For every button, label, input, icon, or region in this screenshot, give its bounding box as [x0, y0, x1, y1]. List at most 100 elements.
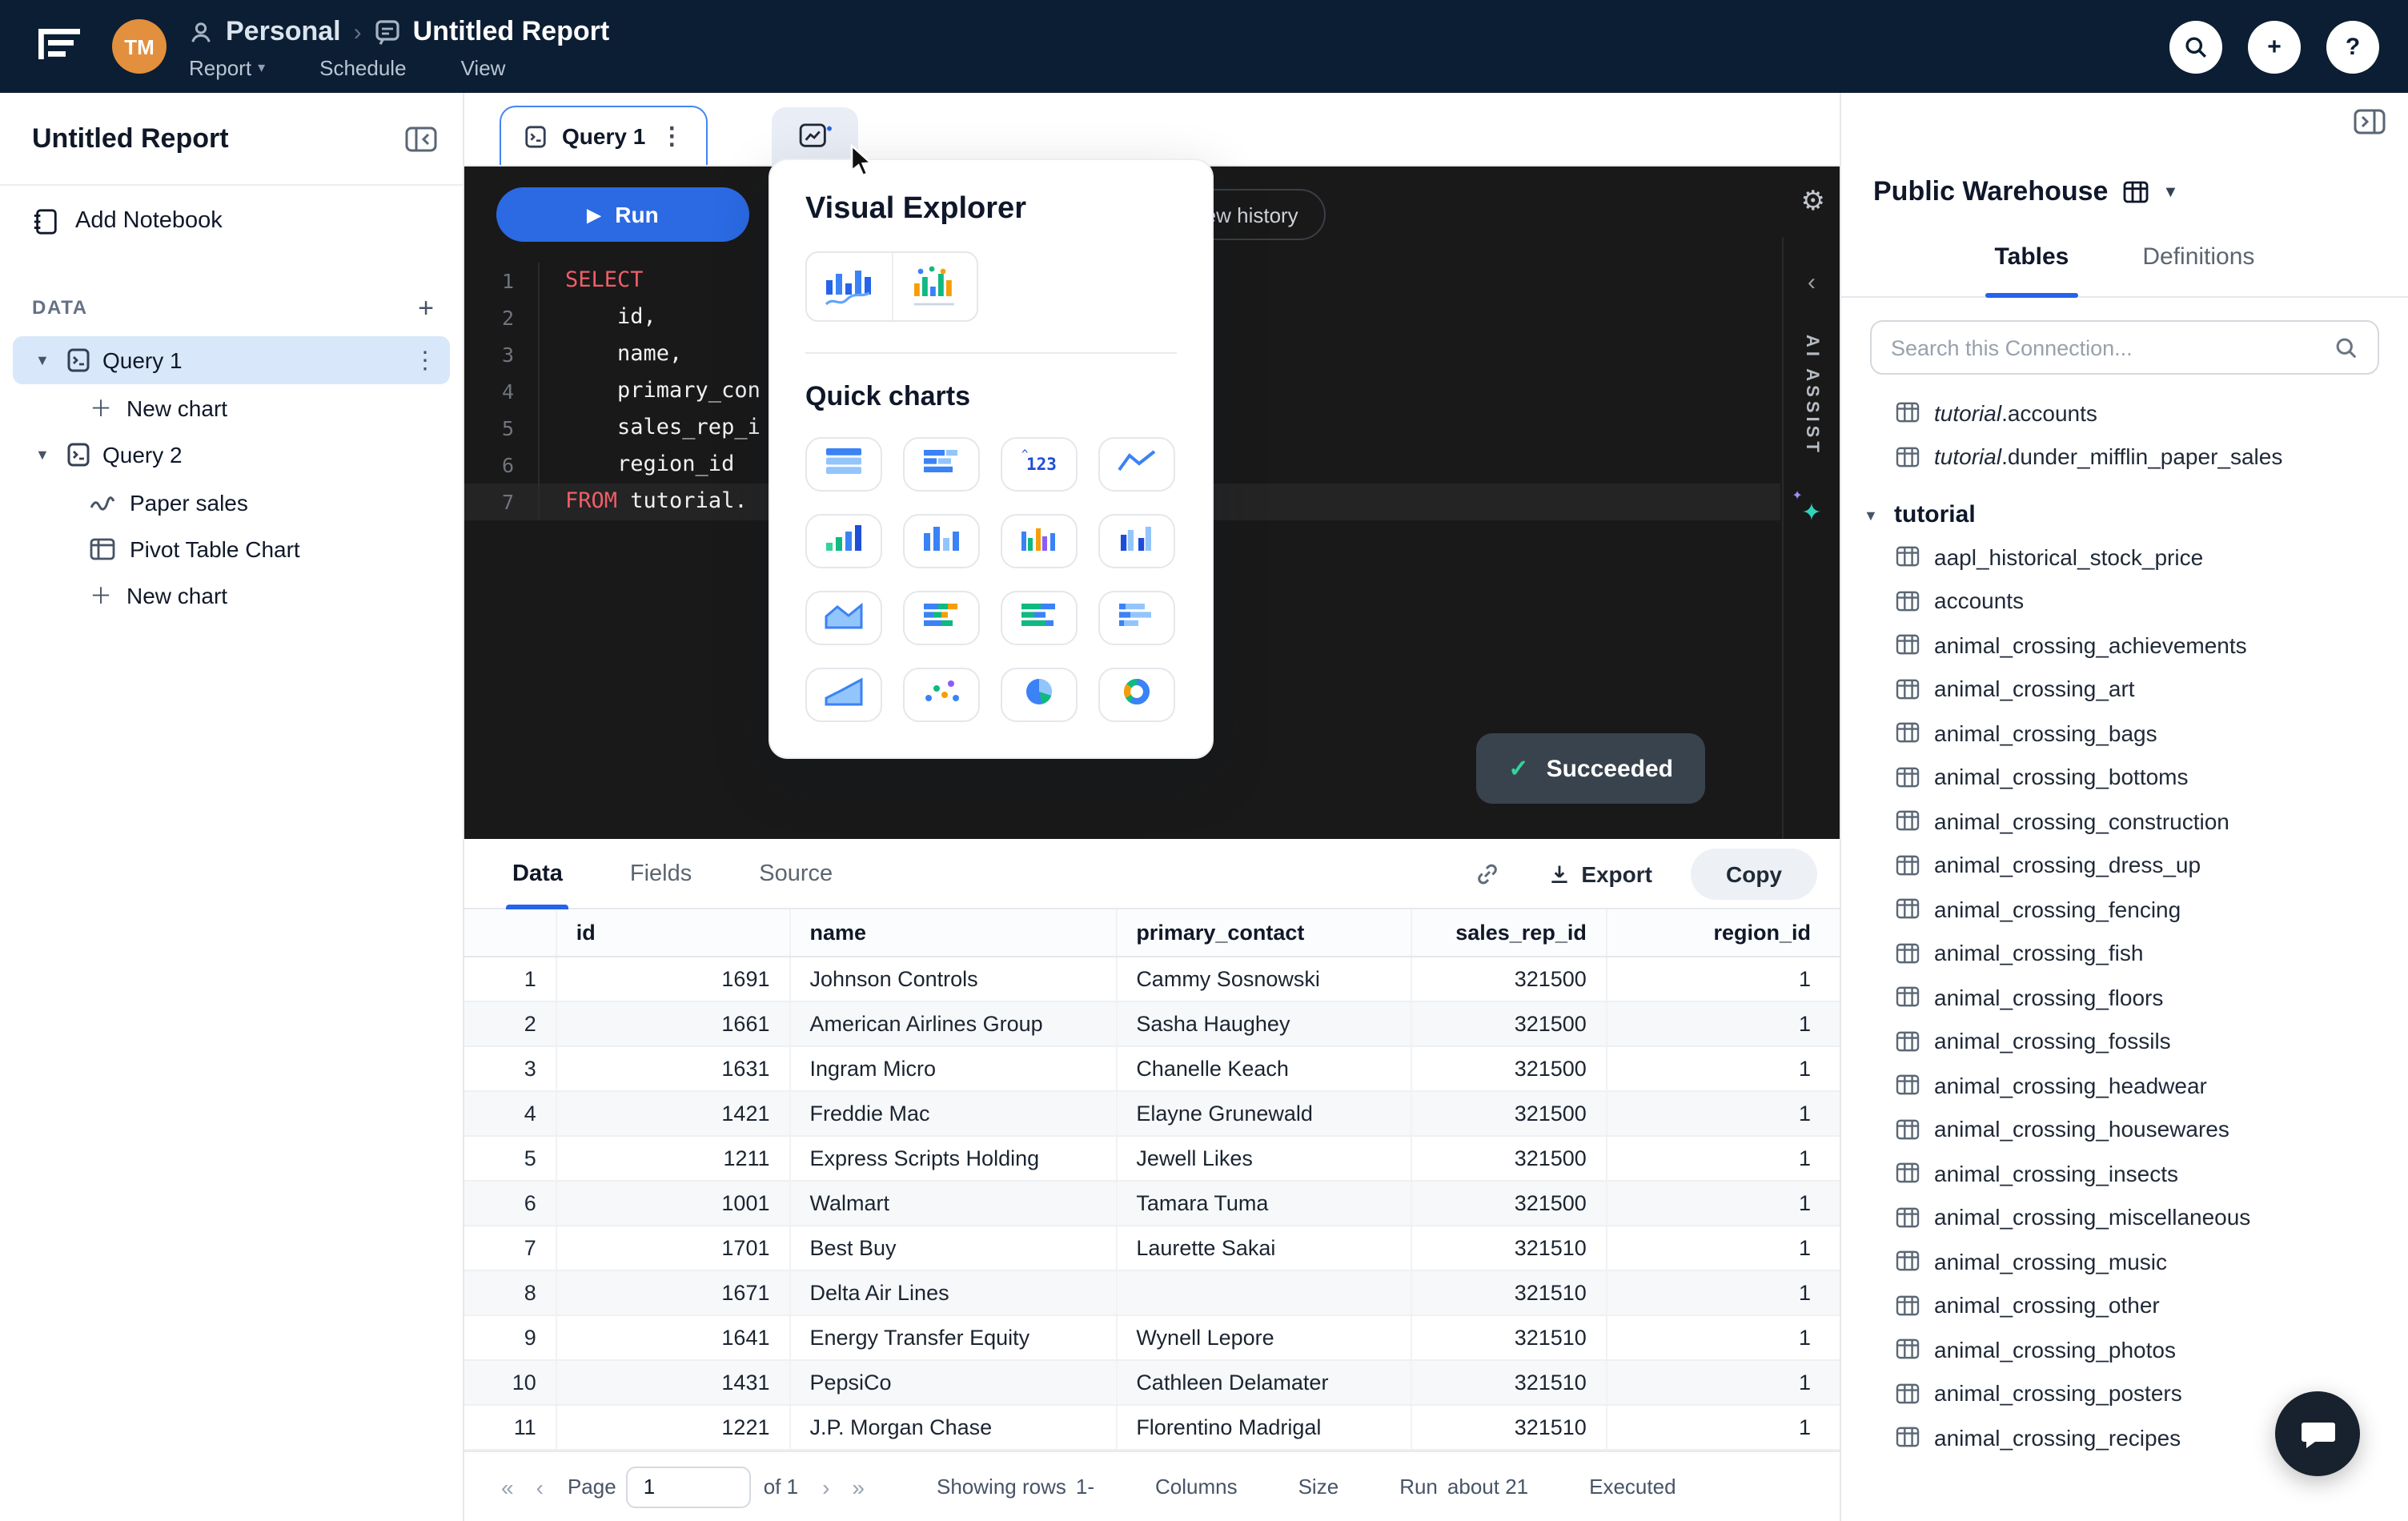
quick-chart-column-pair-button[interactable] [1098, 514, 1175, 568]
tab-kebab-icon[interactable]: ⋮ [660, 122, 684, 150]
copy-button[interactable]: Copy [1691, 848, 1817, 899]
columns-menu[interactable]: Columns [1155, 1475, 1238, 1499]
help-button[interactable]: ? [2326, 20, 2379, 73]
column-header-sales-rep-id[interactable]: sales_rep_id [1411, 909, 1605, 956]
page-input[interactable] [626, 1466, 751, 1507]
table-list-item[interactable]: animal_crossing_headwear [1841, 1063, 2408, 1107]
menu-view[interactable]: View [461, 56, 506, 80]
visual-explorer-preview-button[interactable] [805, 251, 978, 322]
search-button[interactable] [2169, 20, 2222, 73]
quick-chart-scatter-button[interactable] [903, 668, 980, 722]
table-list-item[interactable]: animal_crossing_music [1841, 1239, 2408, 1283]
connection-selector[interactable]: Public Warehouse ▼ [1873, 176, 2376, 208]
quick-chart-area-steep-button[interactable] [805, 668, 882, 722]
table-list-item[interactable]: animal_crossing_fossils [1841, 1019, 2408, 1063]
collapse-right-panel-button[interactable] [2354, 109, 2386, 134]
column-header-region-id[interactable]: region_id [1606, 909, 1840, 956]
table-list-item[interactable]: animal_crossing_housewares [1841, 1107, 2408, 1151]
menu-report[interactable]: Report▾ [189, 56, 265, 80]
column-header-name[interactable]: name [789, 909, 1116, 956]
tab-query1[interactable]: Query 1 ⋮ [500, 106, 708, 165]
avatar[interactable]: TM [112, 19, 167, 74]
table-list-item[interactable]: animal_crossing_miscellaneous [1841, 1195, 2408, 1239]
column-header-id[interactable]: id [556, 909, 789, 956]
create-button[interactable]: + [2248, 20, 2301, 73]
table-row[interactable]: 31631Ingram MicroChanelle Keach3215001 [464, 1047, 1840, 1092]
add-chart-tab-button[interactable] [772, 107, 858, 165]
tab-fields[interactable]: Fields [630, 838, 692, 909]
table-row[interactable]: 21661American Airlines GroupSasha Haughe… [464, 1002, 1840, 1047]
copy-link-button[interactable] [1464, 851, 1509, 896]
table-row[interactable]: 41421Freddie MacElayne Grunewald3215001 [464, 1092, 1840, 1137]
add-notebook-button[interactable]: Add Notebook [0, 186, 463, 256]
tab-data[interactable]: Data [512, 838, 563, 909]
next-page-button[interactable]: › [811, 1474, 841, 1499]
table-list-item[interactable]: animal_crossing_fencing [1841, 887, 2408, 931]
first-page-button[interactable]: « [490, 1474, 525, 1499]
table-list-item[interactable]: animal_crossing_art [1841, 667, 2408, 711]
quick-chart-bar-light-button[interactable] [1098, 591, 1175, 645]
tree-item-pivot-table-chart[interactable]: Pivot Table Chart [0, 525, 463, 572]
connection-search-input[interactable] [1891, 335, 2322, 359]
table-list-item[interactable]: animal_crossing_bags [1841, 711, 2408, 755]
table-list-item[interactable]: animal_crossing_fish [1841, 931, 2408, 975]
workspace-name[interactable]: Personal [226, 16, 341, 48]
tree-item-query1[interactable]: ▼ Query 1 ⋮ [13, 336, 450, 384]
page-title[interactable]: Untitled Report [413, 16, 610, 48]
table-row[interactable]: 111221J.P. Morgan ChaseFlorentino Madrig… [464, 1406, 1840, 1451]
quick-chart-column-grouped-button[interactable] [1001, 514, 1078, 568]
size-menu[interactable]: Size [1298, 1475, 1339, 1499]
collapse-rail-chevron-icon[interactable]: ‹ [1808, 269, 1816, 296]
table-list-item[interactable]: aapl_historical_stock_price [1841, 535, 2408, 579]
table-list-item[interactable]: animal_crossing_photos [1841, 1327, 2408, 1371]
quick-chart-area-button[interactable] [805, 591, 882, 645]
quick-chart-bar-horizontal-button[interactable] [903, 437, 980, 492]
tree-item-paper-sales[interactable]: Paper sales [0, 479, 463, 525]
pinned-table-item[interactable]: tutorial.accounts [1841, 391, 2408, 435]
support-chat-button[interactable] [2275, 1391, 2360, 1476]
new-chart-button-query2[interactable]: ＋ New chart [0, 572, 463, 618]
column-header-primary-contact[interactable]: primary_contact [1115, 909, 1411, 956]
quick-chart-stacked-bar-button[interactable] [903, 591, 980, 645]
table-row[interactable]: 91641Energy Transfer EquityWynell Lepore… [464, 1316, 1840, 1361]
table-row[interactable]: 81671Delta Air Lines3215101 [464, 1271, 1840, 1316]
table-row[interactable]: 51211Express Scripts HoldingJewell Likes… [464, 1137, 1840, 1182]
tab-source[interactable]: Source [759, 838, 833, 909]
menu-schedule[interactable]: Schedule [319, 56, 406, 80]
table-row[interactable]: 71701Best BuyLaurette Sakai3215101 [464, 1226, 1840, 1271]
quick-chart-pie-button[interactable] [1001, 668, 1078, 722]
quick-chart-stacked-bar-green-button[interactable] [1001, 591, 1078, 645]
tab-definitions[interactable]: Definitions [2142, 243, 2254, 296]
export-button[interactable]: Export [1525, 849, 1675, 897]
app-logo[interactable] [29, 19, 90, 74]
kebab-menu-icon[interactable]: ⋮ [413, 346, 450, 375]
table-list-item[interactable]: animal_crossing_floors [1841, 975, 2408, 1019]
quick-chart-bar-gradient-button[interactable] [805, 514, 882, 568]
quick-chart-table-button[interactable] [805, 437, 882, 492]
table-list-item[interactable]: animal_crossing_construction [1841, 799, 2408, 843]
editor-settings-gear-icon[interactable]: ⚙ [1801, 186, 1826, 218]
table-list-item[interactable]: animal_crossing_bottoms [1841, 755, 2408, 799]
table-row[interactable]: 11691Johnson ControlsCammy Sosnowski3215… [464, 957, 1840, 1002]
tab-tables[interactable]: Tables [1995, 243, 2069, 296]
tree-item-query2[interactable]: ▼ Query 2 [13, 431, 450, 479]
collapse-left-panel-button[interactable] [405, 126, 437, 151]
table-list-item[interactable]: accounts [1841, 579, 2408, 623]
table-list-item[interactable]: animal_crossing_insects [1841, 1151, 2408, 1195]
run-button[interactable]: ▶ Run [496, 187, 749, 242]
pinned-table-item[interactable]: tutorial.dunder_mifflin_paper_sales [1841, 435, 2408, 479]
schema-group-tutorial[interactable]: ▼ tutorial [1841, 501, 2408, 528]
prev-page-button[interactable]: ‹ [525, 1474, 555, 1499]
table-list-item[interactable]: animal_crossing_other [1841, 1283, 2408, 1327]
table-row[interactable]: 101431PepsiCoCathleen Delamater3215101 [464, 1361, 1840, 1406]
table-row[interactable]: 61001WalmartTamara Tuma3215001 [464, 1182, 1840, 1226]
quick-chart-column-button[interactable] [903, 514, 980, 568]
quick-chart-line-button[interactable] [1098, 437, 1175, 492]
ai-sparkle-icon[interactable]: ✦✦ [1801, 498, 1821, 527]
last-page-button[interactable]: » [841, 1474, 876, 1499]
add-data-button[interactable]: + [418, 294, 434, 321]
new-chart-button-query1[interactable]: ＋ New chart [0, 384, 463, 431]
quick-chart-number-button[interactable]: ^123 [1001, 437, 1078, 492]
table-list-item[interactable]: animal_crossing_achievements [1841, 623, 2408, 667]
table-list-item[interactable]: animal_crossing_dress_up [1841, 843, 2408, 887]
